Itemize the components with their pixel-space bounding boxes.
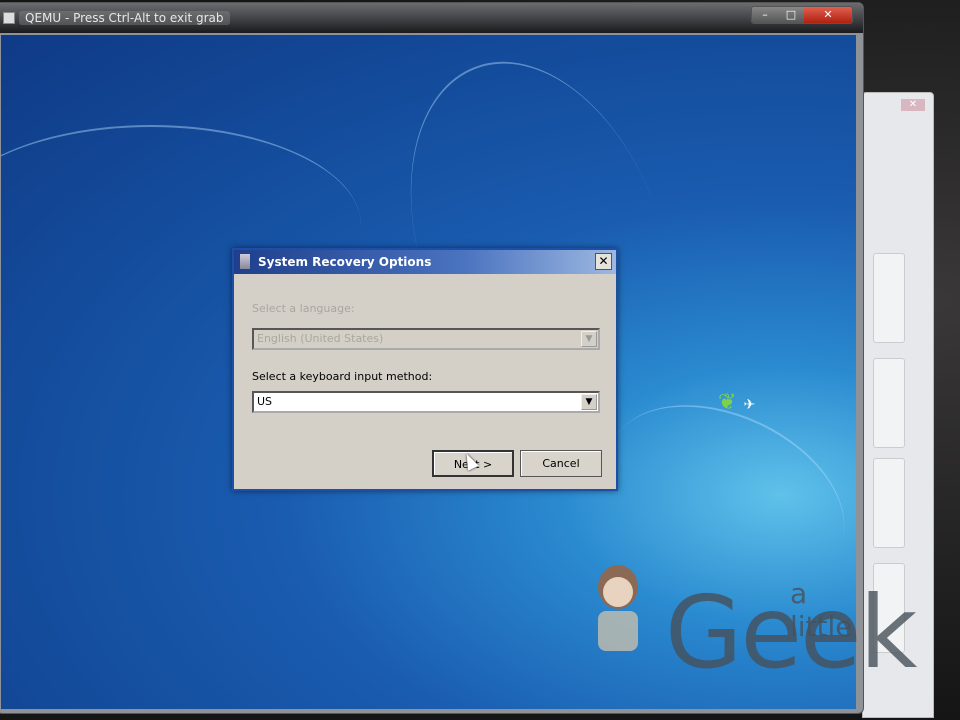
background-window-panel <box>873 358 905 448</box>
chevron-down-icon[interactable]: ▼ <box>581 394 597 410</box>
dialog-title: System Recovery Options <box>258 255 432 269</box>
minimize-button[interactable]: – <box>752 7 778 23</box>
background-window-panel <box>873 458 905 548</box>
background-window-panel <box>873 253 905 343</box>
mascot-logo <box>590 565 645 695</box>
keyboard-select[interactable]: US ▼ <box>252 391 600 413</box>
dialog-close-button[interactable]: ✕ <box>595 253 612 270</box>
title-bar[interactable]: QEMU - Press Ctrl-Alt to exit grab – □ ✕ <box>0 3 863 33</box>
dialog-title-bar[interactable]: System Recovery Options ✕ <box>234 250 616 274</box>
language-label: Select a language: <box>252 302 355 315</box>
windows-logo-birds-icon: ❦ ✈ <box>718 390 756 415</box>
qemu-app-icon <box>3 12 15 24</box>
maximize-button[interactable]: □ <box>778 7 804 23</box>
window-title: QEMU - Press Ctrl-Alt to exit grab <box>19 11 230 25</box>
watermark-big: Geek <box>665 574 917 691</box>
cancel-button[interactable]: Cancel <box>520 450 602 477</box>
close-button[interactable]: ✕ <box>804 7 852 23</box>
chevron-down-icon: ▼ <box>581 331 597 347</box>
keyboard-label: Select a keyboard input method: <box>252 370 433 383</box>
recovery-icon <box>240 254 250 269</box>
language-value: English (United States) <box>257 332 384 345</box>
keyboard-value: US <box>257 395 273 408</box>
background-window-close-button[interactable]: ✕ <box>901 99 925 111</box>
system-recovery-dialog: System Recovery Options ✕ Select a langu… <box>232 248 618 491</box>
language-select: English (United States) ▼ <box>252 328 600 350</box>
